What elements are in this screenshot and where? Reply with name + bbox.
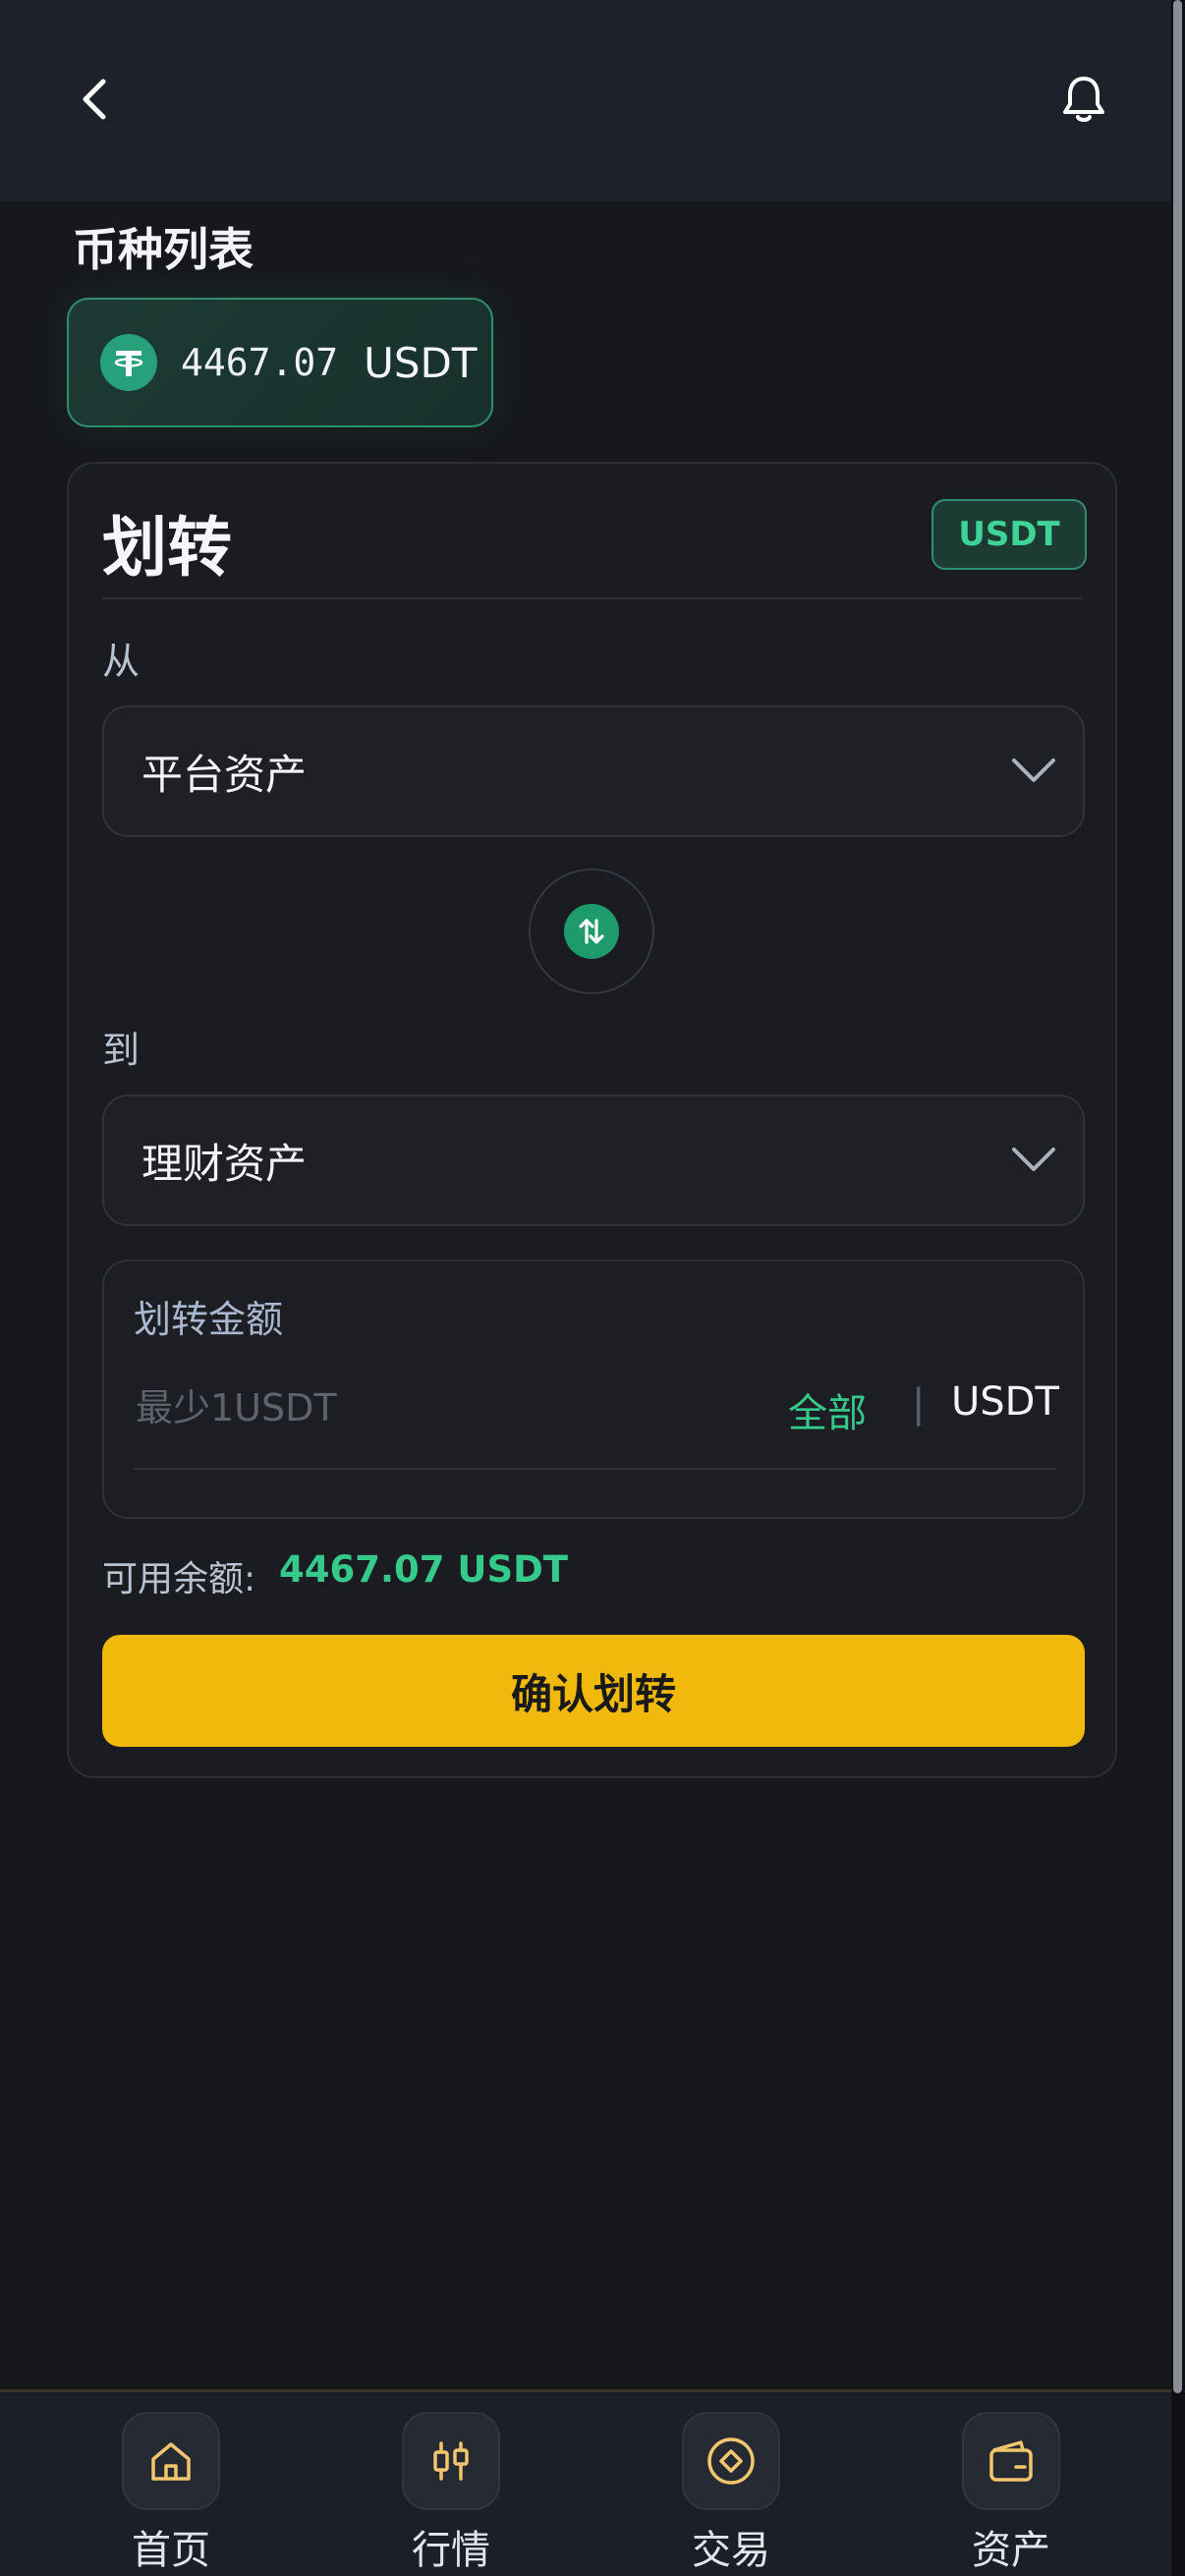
bottom-nav: 首页 行情 交易 资产 [0, 2389, 1171, 2576]
to-select-value: 理财资产 [141, 1139, 308, 1188]
divider [102, 597, 1083, 599]
chevron-down-icon [1012, 1148, 1055, 1171]
nav-item-home[interactable]: 首页 [73, 2412, 269, 2574]
currency-badge: USDT [931, 499, 1087, 570]
from-select-value: 平台资产 [141, 750, 308, 799]
nav-label-trade: 交易 [692, 2528, 770, 2573]
nav-label-assets: 资产 [972, 2528, 1050, 2573]
tether-icon [100, 334, 157, 391]
transfer-title: 划转 [102, 510, 232, 586]
from-select[interactable]: 平台资产 [102, 705, 1085, 837]
available-balance-value: 4467.07 USDT [279, 1548, 569, 1591]
back-button[interactable] [61, 65, 130, 134]
coin-amount: 4467.07 [181, 341, 339, 384]
bell-icon [1063, 77, 1104, 122]
home-icon [122, 2412, 220, 2510]
separator: | [912, 1381, 926, 1427]
to-select[interactable]: 理财资产 [102, 1094, 1085, 1226]
swap-direction-button[interactable] [529, 868, 654, 994]
nav-item-trade[interactable]: 交易 [633, 2412, 829, 2574]
amount-input[interactable] [134, 1377, 727, 1438]
swap-arrows-icon [564, 904, 619, 959]
to-label: 到 [102, 1029, 141, 1072]
chevron-left-icon [83, 79, 106, 120]
coin-unit: USDT [364, 338, 478, 387]
amount-box: 划转金额 全部 | USDT [102, 1260, 1085, 1519]
nav-item-assets[interactable]: 资产 [913, 2412, 1109, 2574]
nav-item-market[interactable]: 行情 [353, 2412, 549, 2574]
top-header [0, 0, 1171, 201]
chevron-down-icon [1012, 758, 1055, 782]
amount-underline [134, 1468, 1055, 1470]
confirm-transfer-button[interactable]: 确认划转 [102, 1635, 1085, 1747]
trade-icon [682, 2412, 780, 2510]
notification-button[interactable] [1049, 65, 1118, 134]
amount-label: 划转金额 [134, 1298, 284, 1341]
amount-unit: USDT [951, 1379, 1059, 1425]
available-balance-label: 可用余额: [102, 1559, 256, 1599]
coin-list-title: 币种列表 [73, 223, 254, 276]
all-amount-button[interactable]: 全部 [788, 1381, 867, 1438]
nav-label-market: 行情 [412, 2528, 490, 2573]
coin-chip-usdt[interactable]: 4467.07 USDT [67, 298, 493, 427]
transfer-card: 划转 USDT 从 平台资产 到 理财资产 划转金额 全部 | USDT 可用余… [67, 462, 1117, 1778]
candlestick-icon [402, 2412, 500, 2510]
nav-label-home: 首页 [132, 2528, 210, 2573]
scrollbar-thumb[interactable] [1173, 0, 1182, 2393]
wallet-icon [962, 2412, 1060, 2510]
from-label: 从 [102, 640, 141, 683]
